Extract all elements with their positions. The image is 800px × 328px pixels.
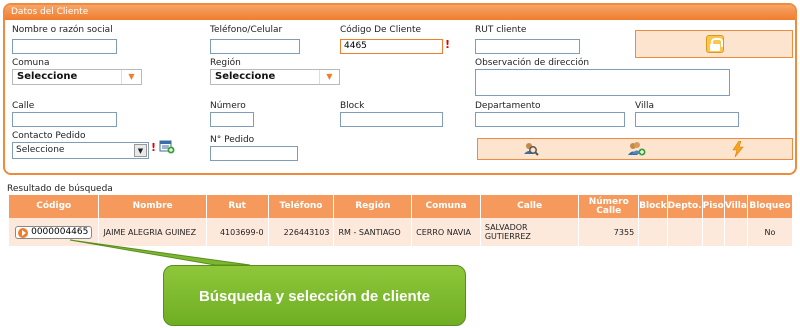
callout-box: Búsqueda y selección de cliente <box>163 265 466 326</box>
